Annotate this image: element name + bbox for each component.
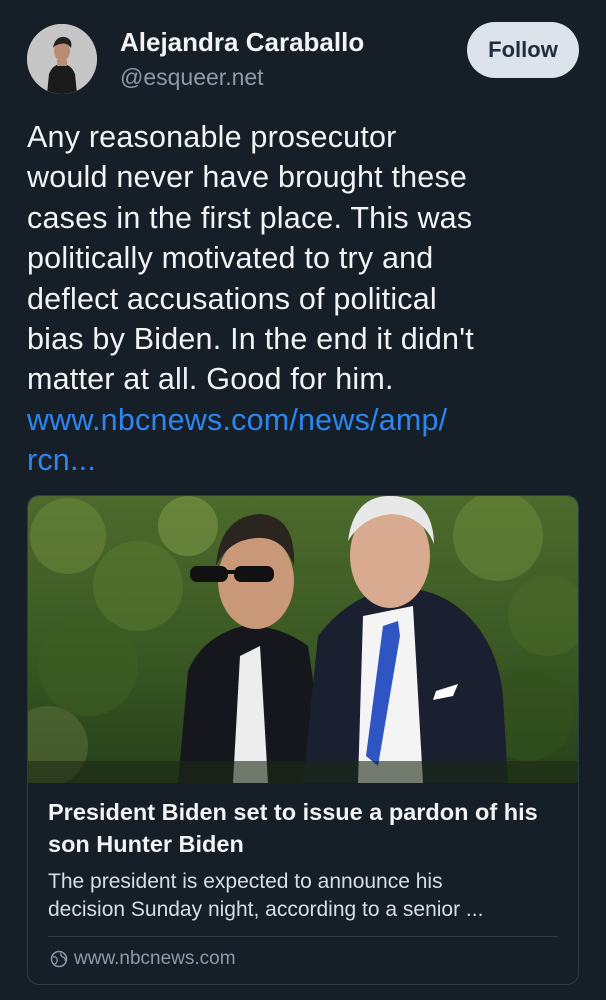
link-card-image[interactable] (28, 496, 578, 783)
link-card-divider (48, 936, 558, 937)
post: Alejandra Caraballo @esqueer.net Follow … (0, 0, 606, 1000)
link-card-domain-text: www.nbcnews.com (74, 948, 236, 969)
post-text-line: would never have brought these (27, 160, 468, 195)
link-card-domain: www.nbcnews.com (50, 948, 236, 970)
link-card-description-line: The president is expected to announce hi… (48, 870, 443, 893)
link-card-description: The president is expected to announce hi… (48, 868, 563, 924)
avatar-image (27, 24, 97, 94)
link-card-title: President Biden set to issue a pardon of… (48, 799, 538, 857)
post-text-line: deflect accusations of political (27, 281, 437, 316)
author-handle[interactable]: @esqueer.net (120, 64, 264, 91)
post-link[interactable]: www.nbcnews.com/news/amp/ (27, 400, 587, 440)
globe-icon (50, 950, 68, 968)
follow-button[interactable]: Follow (467, 22, 579, 78)
avatar[interactable] (27, 24, 97, 94)
link-card[interactable]: President Biden set to issue a pardon of… (27, 495, 579, 985)
photo-two-men-icon (28, 496, 578, 783)
post-text-line: Any reasonable prosecutor (27, 120, 397, 154)
post-text-line: politically motivated to try and (27, 241, 434, 276)
post-link-continued[interactable]: rcn... (27, 440, 587, 480)
link-card-description-line: decision Sunday night, according to a se… (48, 898, 484, 921)
post-text-line: matter at all. Good for him. (27, 362, 394, 397)
post-text-line: bias by Biden. In the end it didn't (27, 322, 474, 357)
post-text-line: cases in the first place. This was (27, 200, 473, 235)
author-name[interactable]: Alejandra Caraballo (120, 27, 364, 58)
post-text: Any reasonable prosecutor would never ha… (27, 117, 587, 481)
